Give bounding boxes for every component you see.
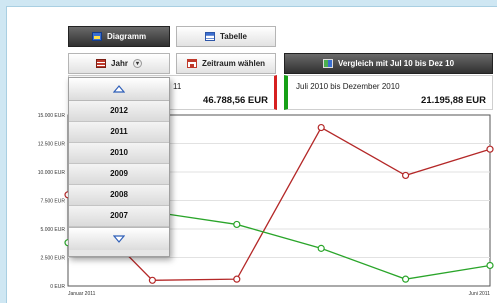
- y-tick-label: 10.000 EUR: [38, 170, 66, 176]
- data-point: [148, 276, 156, 284]
- year-option[interactable]: 2009: [69, 164, 169, 185]
- year-option[interactable]: 2008: [69, 185, 169, 206]
- y-tick-label: 2.500 EUR: [41, 256, 66, 262]
- data-point: [233, 275, 241, 283]
- data-point: [402, 275, 410, 283]
- y-tick-label: 7.500 EUR: [41, 199, 66, 205]
- data-point: [486, 145, 494, 153]
- year-option[interactable]: 2012: [69, 101, 169, 122]
- year-option[interactable]: 2010: [69, 143, 169, 164]
- x-tick-label: Juni 2011: [469, 291, 491, 297]
- year-option[interactable]: 2007: [69, 206, 169, 227]
- triangle-down-icon: [113, 235, 125, 243]
- data-point: [486, 261, 494, 270]
- data-point: [402, 171, 410, 180]
- dropdown-scroll-up[interactable]: [69, 78, 169, 101]
- year-dropdown: 2012 2011 2010 2009 2008 2007: [68, 77, 170, 257]
- y-tick-label: 0 EUR: [50, 284, 65, 290]
- x-tick-label: Januar 2011: [68, 291, 96, 297]
- y-tick-label: 5.000 EUR: [41, 227, 66, 233]
- dropdown-scroll-down[interactable]: [69, 227, 169, 250]
- data-point: [233, 220, 241, 229]
- triangle-up-icon: [113, 85, 125, 93]
- data-point: [317, 244, 325, 252]
- year-option[interactable]: 2011: [69, 122, 169, 143]
- y-tick-label: 12.500 EUR: [38, 142, 66, 148]
- data-point: [317, 123, 325, 132]
- y-tick-label: 15.000 EUR: [38, 113, 66, 119]
